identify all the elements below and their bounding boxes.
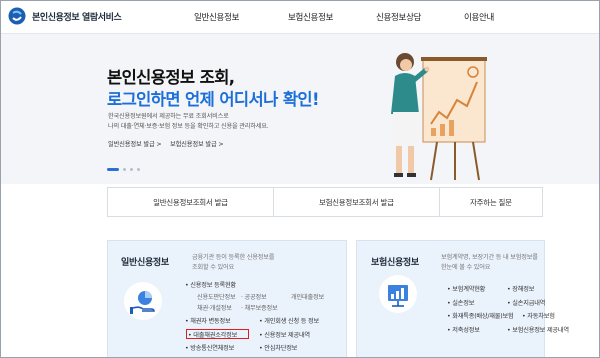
hero-title: 본인신용정보 조회, bbox=[107, 68, 235, 87]
ins-item-auto[interactable]: • 자동차보험 bbox=[522, 311, 555, 320]
hero-link-general[interactable]: 일반신용정보 발급 > bbox=[108, 139, 162, 148]
nav-consulting[interactable]: 신용정보상담 bbox=[376, 11, 421, 23]
pie-chart-hand-icon bbox=[124, 282, 162, 320]
ins-item-indemnity-payment[interactable]: • 실손지급내역 bbox=[507, 298, 545, 307]
item-credit-status[interactable]: • 신용정보 등록현황 bbox=[185, 280, 236, 289]
quick-insurance-report[interactable]: 보험신용정보조회서 발급 bbox=[274, 188, 440, 216]
item-telecom-delinquency[interactable]: • 방송통신연체정보 bbox=[185, 343, 234, 352]
logo-text: 본인신용정보 열람서비스 bbox=[32, 12, 122, 23]
nav-insurance-credit[interactable]: 보험신용정보 bbox=[288, 11, 333, 23]
sub-item-public-info[interactable]: · 공공정보 bbox=[241, 292, 267, 301]
hero-link-insurance[interactable]: 보험신용정보 발급 > bbox=[170, 139, 224, 148]
ins-item-savings[interactable]: • 저축성정보 bbox=[447, 325, 480, 334]
general-card-title: 일반신용정보 bbox=[121, 258, 169, 268]
top-header: 본인신용정보 열람서비스 일반신용정보 보험신용정보 신용정보상담 이용안내 bbox=[1, 1, 599, 34]
quick-general-report[interactable]: 일반신용정보조회서 발급 bbox=[108, 188, 274, 216]
carousel-dot[interactable] bbox=[123, 168, 126, 171]
kcis-logo-icon bbox=[8, 7, 26, 25]
hero-banner: 본인신용정보 조회, 로그인하면 언제 어디서나 확인! 한국신용정보원에서 제… bbox=[1, 34, 599, 184]
insurance-card-title: 보험신용정보 bbox=[371, 258, 419, 268]
item-creditor-change[interactable]: • 채권자 변동정보 bbox=[185, 316, 231, 325]
ins-item-fire-special[interactable]: • 화재특종(배상/재물)보험 bbox=[447, 311, 514, 320]
carousel-indicator[interactable] bbox=[107, 168, 140, 171]
sub-item-bond-open[interactable]: 채권·개설정보 bbox=[197, 303, 232, 312]
carousel-dot-active[interactable] bbox=[107, 168, 119, 171]
site-logo[interactable]: 본인신용정보 열람서비스 bbox=[8, 7, 122, 25]
quick-faq[interactable]: 자주하는 질문 bbox=[440, 188, 542, 216]
ins-item-provide-history[interactable]: • 보험신용정보 제공내역 bbox=[507, 325, 569, 334]
ins-item-indemnity[interactable]: • 실손정보 bbox=[447, 298, 474, 307]
sub-item-credit-judgment[interactable]: 신용도판단정보 bbox=[197, 292, 236, 301]
item-credit-provide-history[interactable]: • 신용정보 제공내역 bbox=[259, 330, 310, 339]
hero-subtitle: 로그인하면 언제 어디서나 확인! bbox=[107, 90, 320, 109]
hero-description: 한국신용정보원에서 제공하는 무료 조회서비스로 나의 대출·연체·보증·보험 … bbox=[108, 113, 269, 130]
item-safe-block[interactable]: • 안심차단정보 bbox=[259, 343, 297, 352]
nav-general-credit[interactable]: 일반신용정보 bbox=[194, 11, 239, 23]
ins-item-contract[interactable]: • 보험계약현황 bbox=[447, 284, 485, 293]
general-card-desc: 금융기관 등이 등록한 신용정보를 조회할 수 있어요 bbox=[192, 254, 275, 271]
insurance-card-desc: 보험계약명, 보장기간 등 내 보험정보를 한눈에 볼 수 있어요 bbox=[441, 254, 538, 271]
quick-links-bar: 일반신용정보조회서 발급 보험신용정보조회서 발급 자주하는 질문 bbox=[107, 187, 543, 217]
sub-item-personal-loan[interactable]: 개인대출정보 bbox=[291, 292, 324, 301]
nav-guide[interactable]: 이용안내 bbox=[464, 11, 494, 23]
carousel-dot[interactable] bbox=[137, 168, 140, 171]
page: 본인신용정보 열람서비스 일반신용정보 보험신용정보 신용정보상담 이용안내 본… bbox=[0, 0, 600, 358]
highlight-box bbox=[186, 329, 249, 339]
chart-board-icon bbox=[379, 275, 417, 313]
sub-item-debt-guarantee[interactable]: · 채무보증정보 bbox=[241, 303, 278, 312]
ins-item-disability[interactable]: • 장해정보 bbox=[507, 284, 534, 293]
presenter-illustration bbox=[391, 53, 487, 181]
item-personal-rehab[interactable]: • 개인회생 신청 등 정보 bbox=[259, 316, 319, 325]
carousel-dot[interactable] bbox=[130, 168, 133, 171]
